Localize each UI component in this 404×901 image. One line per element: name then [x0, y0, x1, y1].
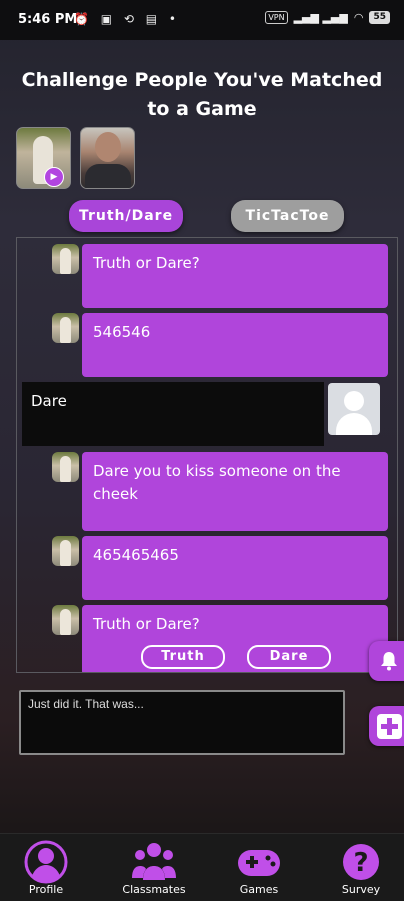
vpn-icon: VPN — [265, 11, 288, 24]
plus-icon — [376, 713, 402, 739]
wifi-icon: ◠ — [353, 11, 364, 24]
chat-area[interactable]: Truth or Dare? 546546 Dare Dare you to k… — [16, 237, 398, 673]
battery-icon: 55 — [369, 11, 390, 24]
sender-avatar — [52, 605, 79, 635]
page-title: Challenge People You've Matched to a Gam… — [21, 69, 383, 120]
sender-avatar — [52, 452, 79, 482]
nav-survey[interactable]: ? Survey — [316, 834, 404, 901]
reply-message: Dare — [22, 382, 324, 446]
nav-games[interactable]: Games — [214, 834, 304, 901]
notifications-button[interactable] — [369, 641, 404, 681]
chat-message: 546546 — [82, 313, 388, 377]
nav-label: Profile — [28, 883, 64, 896]
matched-user-avatar[interactable] — [80, 127, 135, 189]
truth-button[interactable]: Truth — [141, 645, 225, 669]
bell-icon — [381, 652, 397, 671]
tab-tictactoe[interactable]: TicTacToe — [231, 200, 344, 232]
chat-message: 465465465 — [82, 536, 388, 600]
chat-message: Dare you to kiss someone on the cheek — [82, 452, 388, 531]
gamepad-icon — [238, 850, 280, 876]
system-icons: VPN ▂▄▆ ▂▄▆ ◠ 55 — [265, 11, 390, 24]
tab-truth-dare[interactable]: Truth/Dare — [69, 200, 183, 232]
nav-profile[interactable]: Profile — [1, 834, 91, 901]
play-icon[interactable]: ▶ — [44, 167, 64, 187]
nav-label: Classmates — [122, 883, 186, 896]
classmates-icon — [132, 843, 176, 880]
notification-icons: ⏰ ▣ ⟲ ▤ • — [74, 12, 181, 26]
profile-icon — [24, 840, 68, 884]
sender-avatar — [52, 536, 79, 566]
default-avatar-icon — [328, 383, 380, 435]
chat-message: Truth or Dare? — [82, 244, 388, 308]
sender-avatar — [52, 313, 79, 343]
nav-label: Games — [239, 883, 279, 896]
nav-label: Survey — [341, 883, 381, 896]
dare-button[interactable]: Dare — [247, 645, 331, 669]
message-input[interactable] — [19, 690, 345, 755]
status-time: 5:46 PM — [18, 12, 78, 27]
signal-icon: ▂▄▆ ▂▄▆ — [293, 11, 348, 24]
status-bar: 5:46 PM ⏰ ▣ ⟲ ▤ • VPN ▂▄▆ ▂▄▆ ◠ 55 — [0, 0, 404, 40]
chat-message: Truth or Dare? — [82, 605, 388, 672]
add-button[interactable] — [369, 706, 404, 746]
help-icon: ? — [343, 844, 379, 880]
avatar-shirt — [85, 164, 131, 188]
bottom-nav: Profile Classmates Games ? Survey — [0, 833, 404, 901]
nav-classmates[interactable]: Classmates — [109, 834, 199, 901]
svg-text:?: ? — [353, 848, 368, 878]
sender-avatar — [52, 244, 79, 274]
avatar-head — [95, 132, 121, 162]
